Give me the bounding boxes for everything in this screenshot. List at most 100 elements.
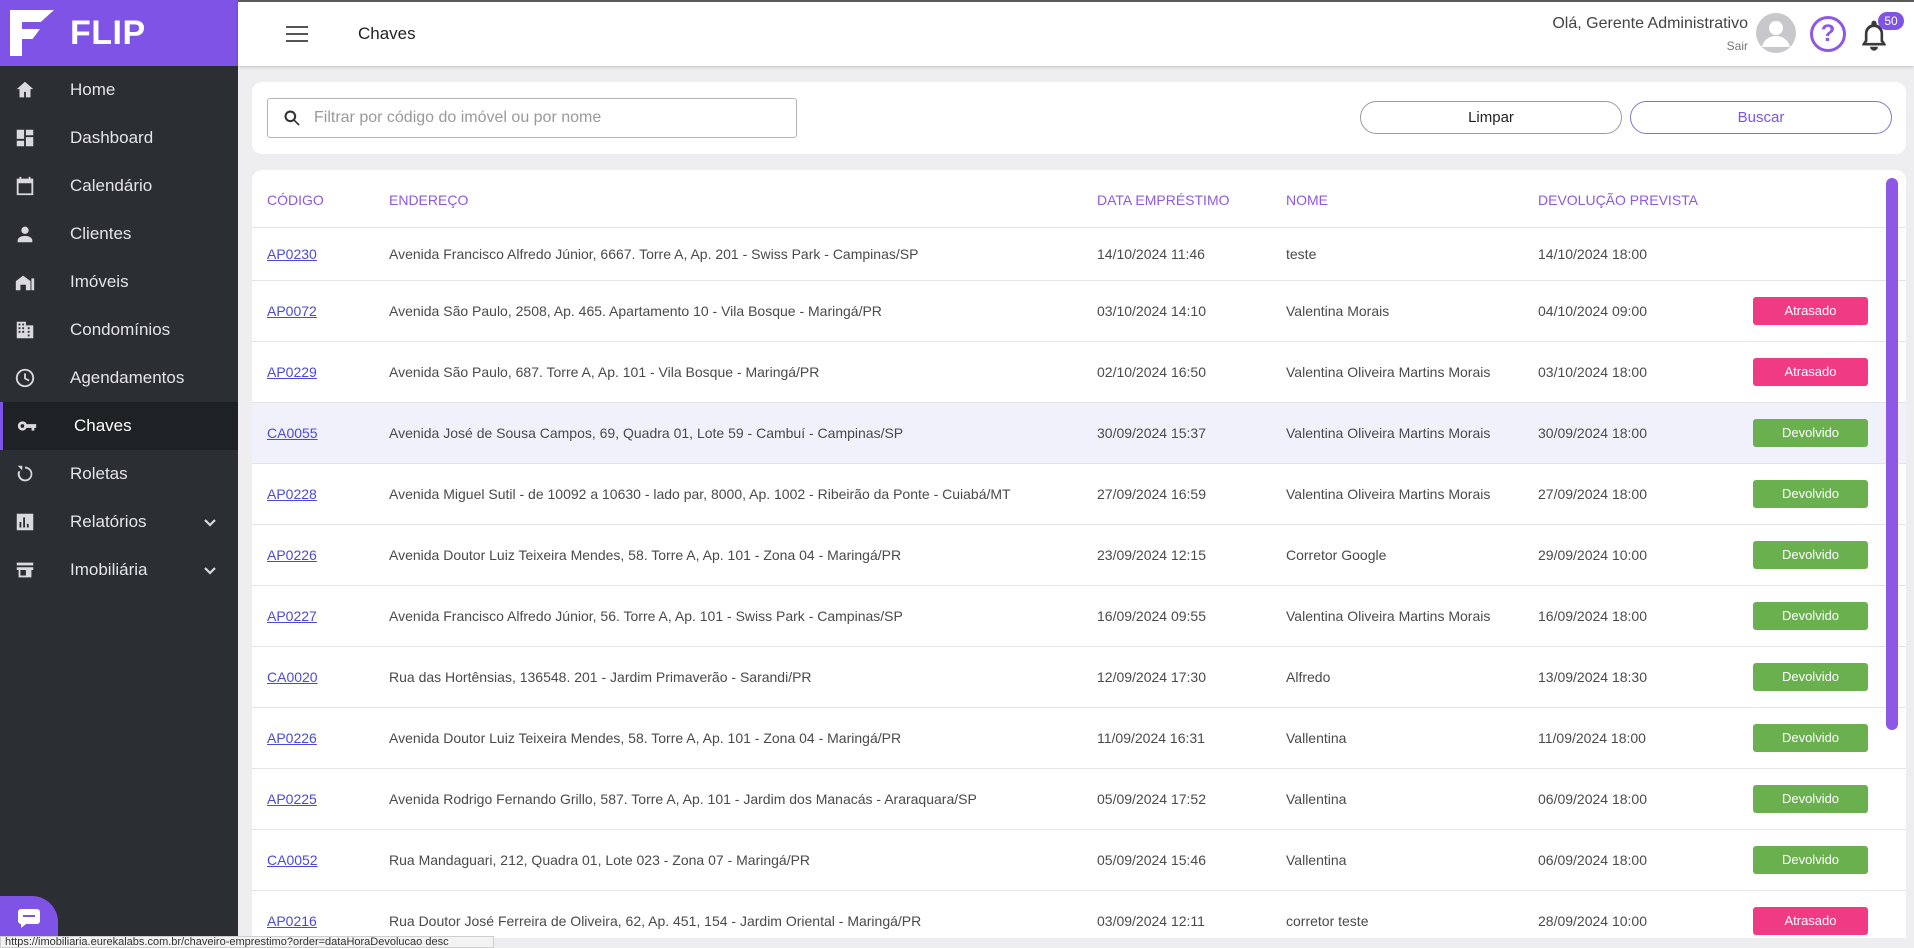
property-code-link[interactable]: AP0229 — [267, 364, 317, 380]
sidebar-item-chaves[interactable]: Chaves — [0, 402, 238, 450]
return-date-cell: 28/09/2024 10:00 — [1538, 913, 1647, 929]
person-icon — [14, 223, 36, 245]
table-row[interactable]: AP0225 Avenida Rodrigo Fernando Grillo, 5… — [252, 769, 1906, 830]
name-cell: Vallentina — [1286, 852, 1347, 868]
search-input[interactable] — [314, 109, 794, 127]
logout-link[interactable]: Sair — [1727, 39, 1748, 53]
property-code-link[interactable]: CA0020 — [267, 669, 318, 685]
chat-widget-button[interactable] — [0, 896, 58, 940]
return-date-cell: 29/09/2024 10:00 — [1538, 547, 1647, 563]
chevron-down-icon — [202, 562, 218, 578]
search-button[interactable]: Buscar — [1630, 101, 1892, 134]
menu-toggle-icon[interactable] — [286, 26, 308, 42]
sidebar-item-label: Agendamentos — [70, 368, 185, 387]
address-cell: Avenida Rodrigo Fernando Grillo, 587. To… — [389, 791, 977, 807]
user-greeting: Olá, Gerente Administrativo — [1552, 15, 1748, 32]
property-code-link[interactable]: AP0226 — [267, 730, 317, 746]
brand[interactable]: FLIP — [0, 0, 238, 66]
keys-table: Código Endereço Data Empréstimo Nome Dev… — [252, 170, 1906, 938]
status-badge: Devolvido — [1753, 602, 1868, 630]
store-icon — [14, 559, 36, 581]
sidebar-item-relatorios[interactable]: Relatórios — [0, 498, 238, 546]
loan-date-cell: 02/10/2024 16:50 — [1097, 364, 1206, 380]
key-icon — [16, 415, 38, 437]
table-row[interactable]: AP0216 Rua Doutor José Ferreira de Olivei… — [252, 891, 1906, 938]
property-code-link[interactable]: AP0227 — [267, 608, 317, 624]
sidebar-item-condominios[interactable]: Condomínios — [0, 306, 238, 354]
filter-card: Limpar Buscar — [252, 82, 1906, 154]
status-badge: Devolvido — [1753, 419, 1868, 447]
avatar[interactable] — [1756, 13, 1796, 53]
clear-button[interactable]: Limpar — [1360, 101, 1622, 134]
top-header: Chaves Olá, Gerente Administrativo Sair … — [238, 0, 1914, 66]
status-badge: Atrasado — [1753, 358, 1868, 386]
return-date-cell: 14/10/2024 18:00 — [1538, 246, 1647, 262]
address-cell: Rua Mandaguari, 212, Quadra 01, Lote 023… — [389, 852, 811, 868]
loan-date-cell: 23/09/2024 12:15 — [1097, 547, 1206, 563]
property-code-link[interactable]: AP0225 — [267, 791, 317, 807]
property-code-link[interactable]: CA0055 — [267, 425, 318, 441]
property-code-link[interactable]: AP0228 — [267, 486, 317, 502]
address-cell: Rua Doutor José Ferreira de Oliveira, 62… — [389, 913, 922, 929]
sidebar-item-home[interactable]: Home — [0, 66, 238, 114]
table-row[interactable]: CA0055 Avenida José de Sousa Campos, 69, … — [252, 403, 1906, 464]
table-row[interactable]: AP0230 Avenida Francisco Alfredo Júnior, … — [252, 228, 1906, 281]
column-header-return-date[interactable]: Devolução Prevista — [1538, 192, 1698, 208]
address-cell: Avenida São Paulo, 687. Torre A, Ap. 101… — [389, 364, 820, 380]
property-code-link[interactable]: AP0216 — [267, 913, 317, 929]
return-date-cell: 04/10/2024 09:00 — [1538, 303, 1647, 319]
status-badge: Atrasado — [1753, 907, 1868, 935]
table-row[interactable]: AP0227 Avenida Francisco Alfredo Júnior, … — [252, 586, 1906, 647]
column-header-name[interactable]: Nome — [1286, 192, 1328, 208]
table-row[interactable]: AP0229 Avenida São Paulo, 687. Torre A, A… — [252, 342, 1906, 403]
loan-date-cell: 27/09/2024 16:59 — [1097, 486, 1206, 502]
property-code-link[interactable]: AP0226 — [267, 547, 317, 563]
return-date-cell: 11/09/2024 18:00 — [1538, 730, 1646, 746]
dashboard-icon — [14, 127, 36, 149]
loan-date-cell: 03/09/2024 12:11 — [1097, 913, 1205, 929]
property-code-link[interactable]: AP0230 — [267, 246, 317, 262]
help-icon[interactable]: ? — [1810, 16, 1846, 52]
sidebar-item-label: Roletas — [70, 464, 128, 483]
sidebar-item-label: Dashboard — [70, 128, 154, 147]
sidebar-item-imoveis[interactable]: Imóveis — [0, 258, 238, 306]
table-row[interactable]: CA0052 Rua Mandaguari, 212, Quadra 01, Lo… — [252, 830, 1906, 891]
clock-icon — [14, 367, 36, 389]
sidebar-item-roletas[interactable]: Roletas — [0, 450, 238, 498]
column-header-address[interactable]: Endereço — [389, 192, 468, 208]
roulette-icon — [14, 463, 36, 485]
property-code-link[interactable]: CA0052 — [267, 852, 318, 868]
table-row[interactable]: CA0020 Rua das Hortênsias, 136548. 201 - … — [252, 647, 1906, 708]
browser-status-url: https://imobiliaria.eurekalabs.com.br/ch… — [0, 936, 494, 948]
address-cell: Avenida Doutor Luiz Teixeira Mendes, 58.… — [389, 547, 902, 563]
search-icon — [284, 110, 300, 126]
table-row[interactable]: AP0226 Avenida Doutor Luiz Teixeira Mende… — [252, 708, 1906, 769]
column-header-code[interactable]: Código — [267, 192, 324, 208]
scrollbar-thumb[interactable] — [1886, 178, 1898, 730]
status-badge: Devolvido — [1753, 663, 1868, 691]
sidebar-item-agendamentos[interactable]: Agendamentos — [0, 354, 238, 402]
name-cell: Vallentina — [1286, 730, 1347, 746]
sidebar-item-clientes[interactable]: Clientes — [0, 210, 238, 258]
return-date-cell: 06/09/2024 18:00 — [1538, 852, 1647, 868]
column-header-loan-date[interactable]: Data Empréstimo — [1097, 192, 1230, 208]
sidebar-item-dashboard[interactable]: Dashboard — [0, 114, 238, 162]
sidebar-item-label: Home — [70, 80, 116, 99]
flip-logo — [10, 10, 54, 56]
property-code-link[interactable]: AP0072 — [267, 303, 317, 319]
table-row[interactable]: AP0228 Avenida Miguel Sutil - de 10092 a … — [252, 464, 1906, 525]
sidebar-item-calendario[interactable]: Calendário — [0, 162, 238, 210]
loan-date-cell: 12/09/2024 17:30 — [1097, 669, 1206, 685]
loan-date-cell: 16/09/2024 09:55 — [1097, 608, 1206, 624]
return-date-cell: 30/09/2024 18:00 — [1538, 425, 1647, 441]
table-row[interactable]: AP0072 Avenida São Paulo, 2508, Ap. 465. … — [252, 281, 1906, 342]
table-body: AP0230 Avenida Francisco Alfredo Júnior, … — [252, 228, 1906, 938]
table-row[interactable]: AP0226 Avenida Doutor Luiz Teixeira Mende… — [252, 525, 1906, 586]
name-cell: Vallentina — [1286, 791, 1347, 807]
sidebar: FLIP Home Dashboard Calendário Clientes Imóv… — [0, 0, 238, 948]
sidebar-item-imobiliaria[interactable]: Imobiliária — [0, 546, 238, 594]
sidebar-nav: Home Dashboard Calendário Clientes Imóveis Co… — [0, 66, 238, 594]
address-cell: Avenida Francisco Alfredo Júnior, 6667. … — [389, 246, 919, 262]
sidebar-item-label: Relatórios — [70, 512, 147, 531]
sidebar-item-label: Imobiliária — [70, 560, 148, 579]
